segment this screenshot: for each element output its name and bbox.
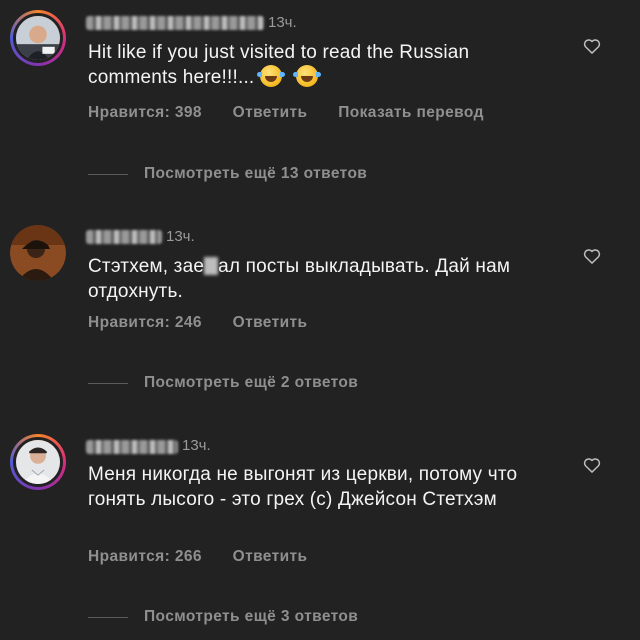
comment-time: 13ч. xyxy=(166,228,195,245)
divider-line xyxy=(88,173,128,175)
avatar-photo-icon xyxy=(16,16,60,60)
comment-time: 13ч. xyxy=(268,14,297,31)
likes-count[interactable]: Нравится: 246 xyxy=(88,314,202,332)
comment-time: 13ч. xyxy=(182,437,211,454)
face-with-tears-of-joy-icon xyxy=(257,65,286,87)
comment-actions: Нравится: 398 Ответить Показать перевод xyxy=(88,104,484,122)
username-blurred[interactable] xyxy=(86,440,178,454)
reply-button[interactable]: Ответить xyxy=(233,548,308,566)
view-more-replies[interactable]: Посмотреть ещё 3 ответов xyxy=(88,608,358,626)
likes-count[interactable]: Нравится: 266 xyxy=(88,548,202,566)
censored-letter xyxy=(204,257,219,275)
view-more-label[interactable]: Посмотреть ещё 13 ответов xyxy=(144,165,367,183)
comment-actions: Нравится: 266 Ответить xyxy=(88,548,333,566)
heart-icon[interactable] xyxy=(582,455,602,475)
avatar[interactable] xyxy=(10,225,66,281)
avatar-photo-icon xyxy=(10,225,66,281)
reply-button[interactable]: Ответить xyxy=(233,104,308,122)
divider-line xyxy=(88,616,128,618)
show-translation-button[interactable]: Показать перевод xyxy=(338,104,484,122)
divider-line xyxy=(88,382,128,384)
username-blurred[interactable] xyxy=(86,230,162,244)
comment-text: Меня никогда не выгонят из церкви, потом… xyxy=(88,464,518,510)
avatar[interactable] xyxy=(10,10,66,66)
face-with-tears-of-joy-icon xyxy=(293,65,322,87)
comment-actions: Нравится: 246 Ответить xyxy=(88,314,333,332)
avatar[interactable] xyxy=(10,434,66,490)
comment-text: Стэтхем, зае ал посты выкладывать. Дай на… xyxy=(88,254,548,304)
reply-button[interactable]: Ответить xyxy=(233,314,308,332)
heart-icon[interactable] xyxy=(582,246,602,266)
comment-text-start: Стэтхем, зае xyxy=(88,256,205,277)
avatar-photo-icon xyxy=(16,440,60,484)
view-more-label[interactable]: Посмотреть ещё 3 ответов xyxy=(144,608,358,626)
view-more-replies[interactable]: Посмотреть ещё 2 ответов xyxy=(88,374,358,392)
likes-count[interactable]: Нравится: 398 xyxy=(88,104,202,122)
view-more-replies[interactable]: Посмотреть ещё 13 ответов xyxy=(88,165,367,183)
comment-text: Hit like if you just visited to read the… xyxy=(88,40,548,90)
view-more-label[interactable]: Посмотреть ещё 2 ответов xyxy=(144,374,358,392)
heart-icon[interactable] xyxy=(582,36,602,56)
username-blurred[interactable] xyxy=(86,16,264,30)
